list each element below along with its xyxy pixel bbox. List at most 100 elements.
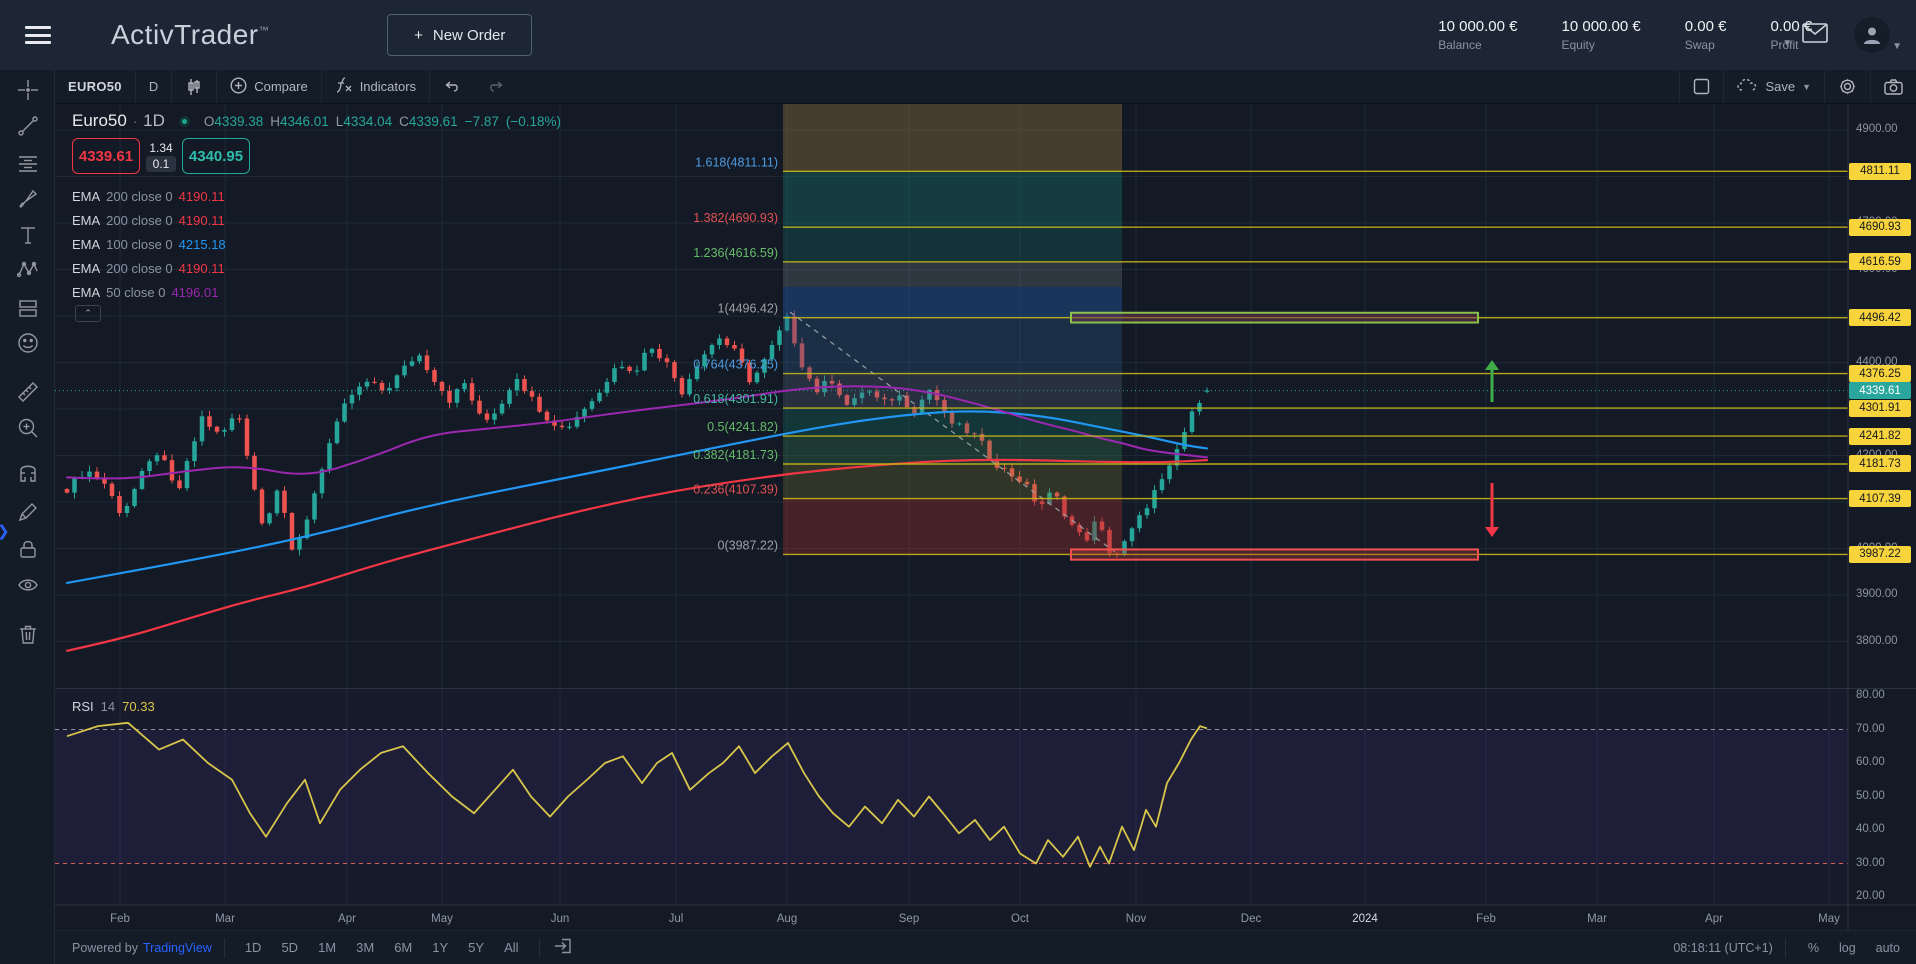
candle-body: [635, 370, 640, 371]
rsi-value: 70.33: [122, 699, 155, 714]
fib-price-label: 4496.42: [1849, 309, 1911, 326]
fib-zone: [783, 227, 1122, 262]
range-button-3m[interactable]: 3M: [348, 937, 382, 958]
candle-body: [1137, 515, 1142, 528]
brush-icon[interactable]: [14, 185, 42, 213]
time-axis-label: Feb: [110, 913, 130, 925]
candle-body: [192, 441, 197, 461]
price-zone-box: [1071, 549, 1478, 559]
draw-icon[interactable]: [14, 498, 42, 526]
zoom-in-icon[interactable]: [14, 414, 42, 442]
chart-area[interactable]: 1.618(4811.11)1.382(4690.93)1.236(4616.5…: [55, 104, 1916, 964]
text-icon[interactable]: [14, 221, 42, 249]
range-button-5y[interactable]: 5Y: [460, 937, 492, 958]
percent-scale-button[interactable]: %: [1798, 941, 1829, 955]
mail-icon[interactable]: [1802, 23, 1828, 48]
candle-body: [777, 330, 782, 345]
emoji-icon[interactable]: [14, 329, 42, 357]
panel-expand-icon[interactable]: ❯: [0, 522, 10, 540]
price-axis[interactable]: 4900.004800.004700.004600.004400.004200.…: [1848, 104, 1916, 930]
user-menu[interactable]: ▼: [1854, 17, 1902, 53]
fib-level-label: 0(3987.22): [718, 538, 778, 552]
candle-body: [185, 461, 190, 488]
screenshot-camera-icon[interactable]: [1871, 70, 1916, 103]
eye-icon[interactable]: [14, 571, 42, 599]
indicators-button[interactable]: Indicators: [322, 70, 429, 103]
undo-icon[interactable]: [430, 70, 474, 103]
ema-indicator-row[interactable]: EMA200 close 04190.11: [72, 184, 226, 208]
price-axis-label: 3800.00: [1856, 635, 1898, 647]
candle-body: [605, 382, 610, 393]
ema-indicator-row[interactable]: EMA100 close 04215.18: [72, 232, 226, 256]
ema-indicator-row[interactable]: EMA50 close 04196.01: [72, 280, 226, 304]
trash-icon[interactable]: [14, 620, 42, 648]
candle-body: [335, 422, 340, 444]
ema-indicator-row[interactable]: EMA200 close 04190.11: [72, 208, 226, 232]
drawing-toolbar: ❯: [0, 70, 55, 964]
symbol-button[interactable]: EURO50: [55, 70, 135, 103]
new-order-button[interactable]: +New Order: [387, 14, 532, 56]
ruler-icon[interactable]: [14, 378, 42, 406]
chart-type-icon[interactable]: [172, 70, 216, 103]
rsi-axis-label: 80.00: [1856, 689, 1885, 701]
candle-body: [125, 506, 130, 513]
sell-button[interactable]: 4339.61: [72, 138, 140, 174]
range-button-all[interactable]: All: [496, 937, 526, 958]
fib-price-label: 4811.11: [1849, 163, 1911, 180]
range-button-1d[interactable]: 1D: [237, 937, 270, 958]
candle-body: [627, 367, 632, 371]
range-button-1m[interactable]: 1M: [310, 937, 344, 958]
rsi-band: [55, 730, 1848, 864]
candle-body: [410, 361, 415, 365]
magnet-icon[interactable]: [14, 461, 42, 489]
lock-icon[interactable]: [14, 535, 42, 563]
long-short-position-icon[interactable]: [14, 294, 42, 322]
clock-time[interactable]: 08:18:11 (UTC+1): [1673, 941, 1772, 955]
candle-body: [342, 403, 347, 421]
market-status-icon[interactable]: [179, 116, 190, 127]
app-logo: ActivTrader™: [111, 19, 269, 51]
ema-indicator-row[interactable]: EMA200 close 04190.11: [72, 256, 226, 280]
tradingview-link[interactable]: TradingView: [143, 941, 212, 955]
trend-line-icon[interactable]: [14, 112, 42, 140]
price-zone-box: [1071, 313, 1478, 323]
chevron-down-icon[interactable]: ▼: [1782, 38, 1792, 49]
candle-body: [1145, 508, 1150, 515]
settings-gear-icon[interactable]: [1825, 70, 1870, 103]
metric-label: Balance: [1438, 38, 1517, 52]
candle-body: [492, 413, 497, 419]
collapse-indicators-button[interactable]: ⌃: [75, 305, 101, 322]
candle-body: [215, 427, 220, 432]
current-price-label: 4339.61: [1849, 382, 1911, 399]
xabcd-pattern-icon[interactable]: [14, 256, 42, 284]
crosshair-icon[interactable]: [14, 76, 42, 104]
fib-price-label: 4301.91: [1849, 400, 1911, 417]
buy-button[interactable]: 4340.95: [182, 138, 250, 174]
save-button[interactable]: Save ▼: [1724, 70, 1824, 103]
candle-body: [72, 478, 77, 493]
auto-scale-button[interactable]: auto: [1866, 941, 1910, 955]
go-to-date-icon[interactable]: [554, 938, 573, 957]
fib-zone: [783, 171, 1122, 227]
interval-button[interactable]: D: [136, 70, 171, 103]
range-button-1y[interactable]: 1Y: [424, 937, 456, 958]
log-scale-button[interactable]: log: [1829, 941, 1866, 955]
avatar: [1854, 17, 1890, 53]
candle-body: [1130, 528, 1135, 541]
candle-body: [357, 387, 362, 395]
range-button-5d[interactable]: 5D: [273, 937, 306, 958]
rsi-axis-label: 40.00: [1856, 823, 1885, 835]
candle-body: [312, 493, 317, 519]
fib-retracement-icon[interactable]: [14, 150, 42, 178]
range-button-6m[interactable]: 6M: [386, 937, 420, 958]
trademark: ™: [259, 26, 270, 37]
candle-body: [530, 391, 535, 397]
legend-symbol[interactable]: Euro50: [72, 111, 127, 131]
compare-button[interactable]: Compare: [217, 70, 320, 103]
time-axis-label: Nov: [1126, 913, 1147, 925]
layout-select-icon[interactable]: [1680, 70, 1723, 103]
redo-icon[interactable]: [474, 70, 518, 103]
candle-body: [177, 480, 182, 488]
price-chart[interactable]: 1.618(4811.11)1.382(4690.93)1.236(4616.5…: [55, 104, 1916, 930]
menu-icon[interactable]: [25, 26, 51, 44]
